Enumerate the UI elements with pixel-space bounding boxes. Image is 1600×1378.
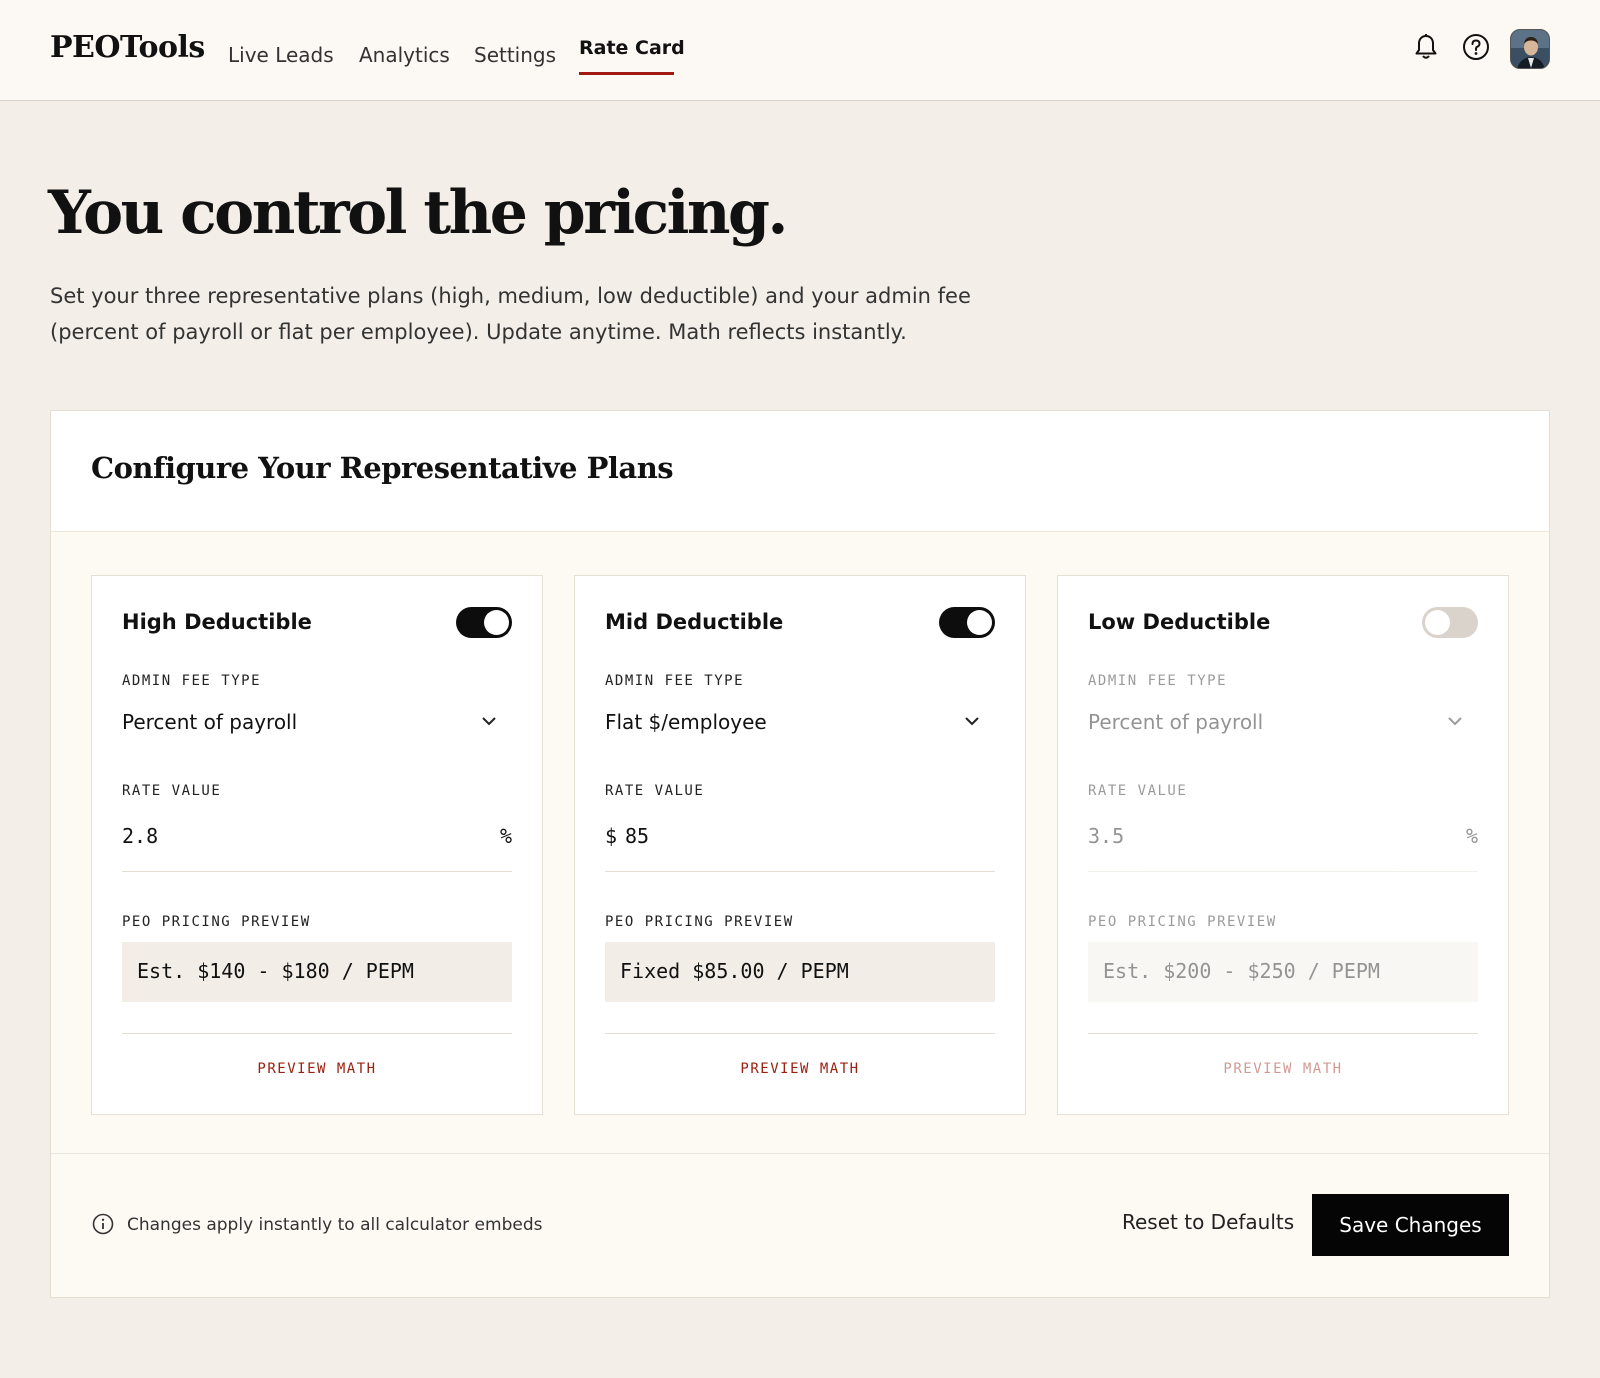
admin-fee-type-value: Percent of payroll <box>1088 710 1264 734</box>
plan-name: Mid Deductible <box>605 610 784 634</box>
admin-fee-type-value: Percent of payroll <box>122 710 298 734</box>
save-changes-button[interactable]: Save Changes <box>1312 1194 1509 1256</box>
pricing-preview-value: Est. $200 - $250 / PEPM <box>1103 959 1380 983</box>
plan-card-high-deductible: High Deductible ADMIN FEE TYPE Percent o… <box>91 575 543 1115</box>
admin-fee-type-value: Flat $/employee <box>605 710 767 734</box>
plan-enabled-toggle[interactable] <box>939 607 995 638</box>
plan-enabled-toggle[interactable] <box>1422 607 1478 638</box>
pricing-preview-value: Est. $140 - $180 / PEPM <box>137 959 414 983</box>
rate-value-input[interactable]: $ 85 <box>605 812 995 872</box>
user-avatar[interactable] <box>1510 29 1550 69</box>
pricing-preview-label: PEO PRICING PREVIEW <box>605 914 794 930</box>
nav-rate-card[interactable]: Rate Card <box>579 37 685 59</box>
chevron-down-icon <box>1446 712 1464 731</box>
pricing-preview-label: PEO PRICING PREVIEW <box>1088 914 1277 930</box>
admin-fee-type-label: ADMIN FEE TYPE <box>605 673 745 689</box>
rate-value-label: RATE VALUE <box>1088 783 1188 799</box>
plan-card-low-deductible: Low Deductible ADMIN FEE TYPE Percent of… <box>1057 575 1509 1115</box>
chevron-down-icon <box>963 712 981 731</box>
admin-fee-type-select[interactable]: Percent of payroll <box>1088 696 1478 746</box>
admin-fee-type-label: ADMIN FEE TYPE <box>1088 673 1228 689</box>
rate-value-label: RATE VALUE <box>122 783 222 799</box>
active-tab-indicator <box>579 72 674 75</box>
rate-value-input[interactable]: 2.8 % <box>122 812 512 872</box>
reset-to-defaults-button[interactable]: Reset to Defaults <box>1122 1210 1294 1234</box>
preview-math-link[interactable]: PREVIEW MATH <box>1058 1061 1508 1077</box>
panel-title: Configure Your Representative Plans <box>91 451 674 485</box>
panel-footer: Changes apply instantly to all calculato… <box>51 1153 1549 1297</box>
nav-analytics[interactable]: Analytics <box>359 43 450 67</box>
rate-value: 3.5 <box>1088 824 1125 848</box>
help-icon[interactable] <box>1462 33 1490 65</box>
divider <box>605 1033 995 1034</box>
pricing-preview-box: Est. $140 - $180 / PEPM <box>122 942 512 1002</box>
rate-unit-dollar: $ <box>605 824 618 848</box>
plans-config-panel: Configure Your Representative Plans High… <box>50 410 1550 1298</box>
preview-math-link[interactable]: PREVIEW MATH <box>92 1061 542 1077</box>
pricing-preview-value: Fixed $85.00 / PEPM <box>620 959 849 983</box>
admin-fee-type-select[interactable]: Flat $/employee <box>605 696 995 746</box>
plan-name: Low Deductible <box>1088 610 1271 634</box>
panel-header: Configure Your Representative Plans <box>51 411 1549 532</box>
preview-math-link[interactable]: PREVIEW MATH <box>575 1061 1025 1077</box>
rate-value: 85 <box>625 824 650 848</box>
rate-value: 2.8 <box>122 824 159 848</box>
info-message: Changes apply instantly to all calculato… <box>127 1215 543 1235</box>
admin-fee-type-label: ADMIN FEE TYPE <box>122 673 262 689</box>
page-description: Set your three representative plans (hig… <box>50 284 971 344</box>
pricing-preview-box: Est. $200 - $250 / PEPM <box>1088 942 1478 1002</box>
rate-value-input[interactable]: 3.5 % <box>1088 812 1478 872</box>
nav-live-leads[interactable]: Live Leads <box>228 43 334 67</box>
divider <box>122 1033 512 1034</box>
admin-fee-type-select[interactable]: Percent of payroll <box>122 696 512 746</box>
plan-card-mid-deductible: Mid Deductible ADMIN FEE TYPE Flat $/emp… <box>574 575 1026 1115</box>
pricing-preview-box: Fixed $85.00 / PEPM <box>605 942 995 1002</box>
page-title: You control the pricing. <box>48 178 788 248</box>
divider <box>1088 1033 1478 1034</box>
plan-enabled-toggle[interactable] <box>456 607 512 638</box>
plan-name: High Deductible <box>122 610 312 634</box>
chevron-down-icon <box>480 712 498 731</box>
nav-settings[interactable]: Settings <box>474 43 556 67</box>
rate-value-label: RATE VALUE <box>605 783 705 799</box>
app-logo[interactable]: PEOTools <box>50 30 205 65</box>
info-icon <box>92 1213 114 1239</box>
bell-icon[interactable] <box>1414 33 1438 65</box>
pricing-preview-label: PEO PRICING PREVIEW <box>122 914 311 930</box>
rate-unit-percent: % <box>499 824 512 848</box>
rate-unit-percent: % <box>1465 824 1478 848</box>
top-navigation-bar: PEOTools Live Leads Analytics Settings R… <box>0 0 1600 101</box>
